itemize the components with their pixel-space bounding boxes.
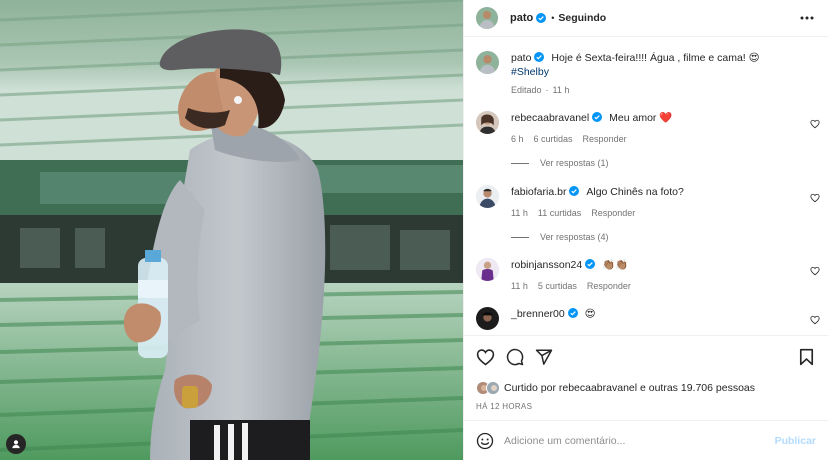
comment-like-heart-icon[interactable]: [810, 266, 820, 276]
comment-text: Meu amor ❤️: [609, 112, 673, 124]
author-avatar[interactable]: [476, 51, 499, 74]
emoji-icon[interactable]: [476, 432, 494, 450]
comment-like-heart-icon[interactable]: [810, 119, 820, 129]
verified-badge-icon: [569, 186, 580, 196]
caption: pato Hoje é Sexta-feira!!!! Água , filme…: [476, 51, 828, 95]
view-replies-label: Ver respostas (4): [540, 232, 609, 242]
post-photo[interactable]: [0, 0, 463, 460]
user-tag-icon[interactable]: [6, 434, 26, 454]
comment-likes[interactable]: 11 curtidas: [538, 208, 581, 218]
comment-like-heart-icon[interactable]: [810, 315, 820, 325]
comment-item: robinjansson24 👏🏽👏🏽 11 h 5 curtidas Resp…: [476, 258, 828, 291]
post-header: pato • Seguindo: [464, 0, 828, 37]
comment-text: Algo Chinês na foto?: [586, 186, 684, 198]
likes-text[interactable]: Curtido por rebecaabravanel e outras 19.…: [504, 382, 755, 394]
more-options-icon[interactable]: [799, 10, 815, 26]
view-replies-button[interactable]: Ver respostas (4): [511, 232, 828, 242]
author-username[interactable]: pato: [510, 12, 533, 24]
hashtag-link[interactable]: #Shelby: [511, 66, 549, 78]
comment-text: 😍: [584, 308, 596, 320]
photo-scene: [0, 0, 463, 460]
commenter-avatar[interactable]: [476, 111, 499, 134]
caption-text: Hoje é Sexta-feira!!!! Água , filme e ca…: [551, 52, 760, 64]
view-replies-label: Ver respostas (1): [540, 158, 609, 168]
add-comment-bar: Publicar: [464, 420, 828, 460]
commenter-avatar[interactable]: [476, 258, 499, 281]
comment-time[interactable]: 6 h: [511, 134, 524, 144]
bookmark-icon[interactable]: [797, 348, 816, 367]
reply-button[interactable]: Responder: [587, 281, 631, 291]
author-avatar[interactable]: [476, 7, 498, 29]
edited-label: Editado: [511, 85, 542, 95]
verified-badge-icon: [585, 259, 596, 269]
comment-time[interactable]: 11 h: [511, 281, 528, 291]
comment-input[interactable]: [504, 434, 775, 447]
comment-like-heart-icon[interactable]: [810, 193, 820, 203]
liker-avatar[interactable]: [486, 381, 500, 395]
verified-badge-icon: [592, 112, 603, 122]
reply-button[interactable]: Responder: [583, 134, 627, 144]
view-replies-button[interactable]: Ver respostas (1): [511, 158, 828, 168]
comment-username[interactable]: _brenner00: [511, 308, 565, 320]
comment-likes[interactable]: 5 curtidas: [538, 281, 577, 291]
heart-icon[interactable]: [476, 348, 495, 367]
comments-list[interactable]: pato Hoje é Sexta-feira!!!! Água , filme…: [464, 37, 828, 335]
replies-line: [511, 162, 529, 164]
caption-time[interactable]: 11 h: [553, 85, 570, 95]
verified-badge-icon: [534, 52, 545, 62]
comment-username[interactable]: rebecaabravanel: [511, 112, 589, 124]
action-bar: [464, 335, 828, 378]
replies-line: [511, 236, 529, 238]
comment-username[interactable]: robinjansson24: [511, 259, 582, 271]
commenter-avatar[interactable]: [476, 185, 499, 208]
likes-summary: Curtido por rebecaabravanel e outras 19.…: [464, 378, 828, 398]
comment-likes[interactable]: 6 curtidas: [534, 134, 573, 144]
following-button[interactable]: Seguindo: [558, 12, 606, 24]
comment-item: _brenner00 😍: [476, 307, 828, 330]
send-icon[interactable]: [534, 348, 553, 367]
instagram-post-modal: pato • Seguindo pato Hoje é Sexta-feira!…: [0, 0, 828, 460]
comment-icon[interactable]: [505, 348, 524, 367]
comment-item: rebecaabravanel Meu amor ❤️ 6 h 6 curtid…: [476, 111, 828, 144]
comment-item: fabiofaria.br Algo Chinês na foto? 11 h …: [476, 185, 828, 218]
commenter-avatar[interactable]: [476, 307, 499, 330]
meta-separator: ·: [545, 85, 549, 95]
comment-text: 👏🏽👏🏽: [602, 259, 629, 271]
post-timestamp[interactable]: HÁ 12 HORAS: [464, 398, 828, 420]
publish-button[interactable]: Publicar: [775, 435, 816, 447]
verified-badge-icon: [567, 308, 578, 318]
header-separator: •: [551, 13, 555, 23]
verified-badge-icon: [536, 13, 547, 23]
reply-button[interactable]: Responder: [591, 208, 635, 218]
comment-time[interactable]: 11 h: [511, 208, 528, 218]
post-details-panel: pato • Seguindo pato Hoje é Sexta-feira!…: [463, 0, 828, 460]
caption-username[interactable]: pato: [511, 52, 531, 64]
comment-username[interactable]: fabiofaria.br: [511, 186, 566, 198]
